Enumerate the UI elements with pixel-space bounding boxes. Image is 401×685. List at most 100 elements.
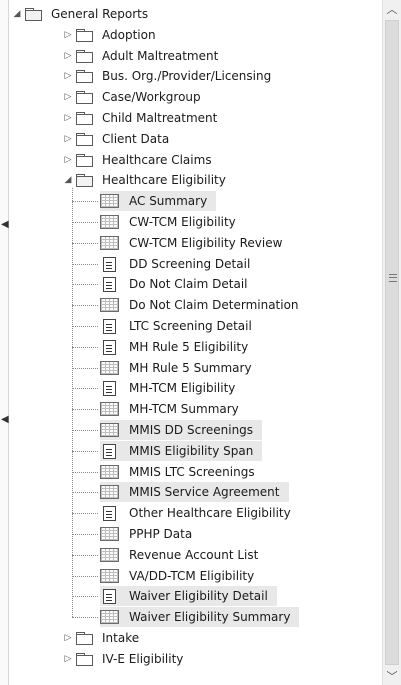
report-item-wrap[interactable]: MH-TCM Eligibility	[100, 378, 244, 398]
report-item-wrap[interactable]: MMIS DD Screenings	[100, 420, 263, 440]
tree-report-item[interactable]: CW-TCM Eligibility Review	[100, 233, 291, 253]
tree-report-item[interactable]: Revenue Account List	[100, 545, 267, 565]
report-item-wrap[interactable]: Do Not Claim Detail	[100, 274, 257, 294]
tree-folder-item[interactable]: ▷ Intake	[63, 628, 142, 648]
tree-report-item[interactable]: Do Not Claim Detail	[100, 274, 257, 294]
vertical-scrollbar[interactable]: ︿ ﹀	[382, 0, 401, 685]
report-item-wrap[interactable]: MMIS LTC Screenings	[100, 462, 264, 482]
tree-report-item[interactable]: MMIS Service Agreement	[100, 482, 289, 502]
report-item-wrap[interactable]: Other Healthcare Eligibility	[100, 503, 300, 523]
tree-connector-line	[72, 534, 98, 535]
report-item-wrap[interactable]: Do Not Claim Determination	[100, 295, 308, 315]
expand-arrow-icon[interactable]: ◢	[63, 170, 73, 190]
tree-folder-item[interactable]: ▷ IV-E Eligibility	[63, 649, 186, 669]
tree-report-item[interactable]: Waiver Eligibility Summary	[100, 607, 300, 627]
tree-report-item[interactable]: MMIS Eligibility Span	[100, 441, 263, 461]
tree-folder-item[interactable]: ▷ Bus. Org./Provider/Licensing	[63, 66, 274, 86]
tree-item-label: Do Not Claim Determination	[129, 298, 299, 312]
document-icon	[103, 443, 116, 459]
tree-report-item[interactable]: MH-TCM Summary	[100, 399, 248, 419]
tree-connector-line	[72, 222, 98, 223]
report-item-wrap[interactable]: VA/DD-TCM Eligibility	[100, 566, 263, 586]
folder-body	[76, 176, 93, 187]
tree-folder-item[interactable]: ▷ Child Maltreatment	[63, 108, 220, 128]
collapse-arrow-icon[interactable]: ▷	[63, 25, 73, 45]
report-grid-icon	[100, 465, 119, 479]
folder-icon	[76, 133, 93, 146]
collapse-arrow-icon[interactable]: ▷	[63, 87, 73, 107]
report-item-wrap[interactable]: PPHP Data	[100, 524, 201, 544]
tree-item-label: MMIS DD Screenings	[129, 423, 254, 437]
report-item-wrap[interactable]: MH Rule 5 Eligibility	[100, 337, 257, 357]
collapse-arrow-icon[interactable]: ▷	[63, 108, 73, 128]
folder-body	[76, 156, 93, 167]
tree-folder-item[interactable]: ▷ Adoption	[63, 25, 159, 45]
tree-item-label: CW-TCM Eligibility Review	[129, 236, 283, 250]
expand-arrow-icon[interactable]: ◢	[12, 4, 22, 24]
collapse-left-arrow-icon[interactable]: ◀	[1, 220, 9, 230]
collapse-arrow-icon[interactable]: ▷	[63, 150, 73, 170]
report-item-wrap[interactable]: Waiver Eligibility Summary	[100, 607, 300, 627]
tree-item-label: Other Healthcare Eligibility	[129, 506, 291, 520]
tree-connector-line	[72, 326, 98, 327]
report-item-wrap[interactable]: AC Summary	[100, 191, 217, 211]
tree-item-general-reports[interactable]: ◢ General Reports	[12, 4, 151, 24]
scroll-up-icon[interactable]: ︿	[383, 0, 401, 18]
report-item-wrap[interactable]: CW-TCM Eligibility	[100, 212, 245, 232]
report-item-wrap[interactable]: CW-TCM Eligibility Review	[100, 233, 291, 253]
folder-body	[76, 52, 93, 63]
tree-item-label: Child Maltreatment	[102, 111, 218, 125]
tree-connector-line	[72, 513, 98, 514]
collapse-arrow-icon[interactable]: ▷	[63, 129, 73, 149]
tree-report-item[interactable]: MH-TCM Eligibility	[100, 378, 244, 398]
scroll-thumb[interactable]	[385, 20, 399, 665]
tree-item-label: Healthcare Claims	[102, 153, 212, 167]
tree-report-item[interactable]: AC Summary	[100, 191, 217, 211]
collapse-left-arrow-icon[interactable]: ◀	[1, 415, 9, 425]
tree-report-item[interactable]: Other Healthcare Eligibility	[100, 503, 300, 523]
tree-report-item[interactable]: Do Not Claim Determination	[100, 295, 308, 315]
tree-item-label: Adoption	[102, 28, 156, 42]
report-item-wrap[interactable]: LTC Screening Detail	[100, 316, 261, 336]
tree-report-item[interactable]: VA/DD-TCM Eligibility	[100, 566, 263, 586]
report-item-wrap[interactable]: Waiver Eligibility Detail	[100, 586, 277, 606]
tree-report-item[interactable]: MMIS DD Screenings	[100, 420, 263, 440]
folder-icon	[76, 91, 93, 104]
report-item-wrap[interactable]: MMIS Service Agreement	[100, 482, 289, 502]
tree-item-healthcare-eligibility[interactable]: ◢ Healthcare Eligibility	[63, 170, 229, 190]
report-item-wrap[interactable]: MMIS Eligibility Span	[100, 441, 263, 461]
tree-report-item[interactable]: CW-TCM Eligibility	[100, 212, 245, 232]
tree-item-label: CW-TCM Eligibility	[129, 215, 236, 229]
tree-connector-line	[72, 347, 98, 348]
tree-report-item[interactable]: LTC Screening Detail	[100, 316, 261, 336]
tree-report-item[interactable]: MH Rule 5 Summary	[100, 358, 261, 378]
tree-folder-item[interactable]: ▷ Client Data	[63, 129, 172, 149]
report-item-wrap[interactable]: DD Screening Detail	[100, 254, 259, 274]
collapse-arrow-icon[interactable]: ▷	[63, 649, 73, 669]
document-icon	[103, 276, 116, 292]
tree-report-item[interactable]: MH Rule 5 Eligibility	[100, 337, 257, 357]
tree-item-label: Intake	[102, 631, 140, 645]
scroll-down-icon[interactable]: ﹀	[383, 667, 401, 685]
tree-item-label: Client Data	[102, 132, 170, 146]
tree-folder-item[interactable]: ▷ Case/Workgroup	[63, 87, 204, 107]
report-item-wrap[interactable]: Revenue Account List	[100, 545, 267, 565]
tree-report-item[interactable]: PPHP Data	[100, 524, 201, 544]
tree-report-item[interactable]: DD Screening Detail	[100, 254, 259, 274]
collapse-arrow-icon[interactable]: ▷	[63, 628, 73, 648]
document-icon	[103, 380, 116, 396]
grip-icon	[389, 274, 397, 282]
tree-folder-item[interactable]: ▷ Adult Maltreatment	[63, 46, 221, 66]
tree-report-item[interactable]: MMIS LTC Screenings	[100, 462, 264, 482]
report-grid-icon	[100, 423, 119, 437]
document-icon	[103, 588, 116, 604]
collapse-arrow-icon[interactable]: ▷	[63, 66, 73, 86]
report-item-wrap[interactable]: MH-TCM Summary	[100, 399, 248, 419]
tree-item-label: MMIS LTC Screenings	[129, 465, 255, 479]
splitter-bar[interactable]: ◀ ◀	[0, 0, 9, 685]
tree-item-label: Waiver Eligibility Summary	[129, 610, 291, 624]
tree-report-item[interactable]: Waiver Eligibility Detail	[100, 586, 277, 606]
tree-folder-item[interactable]: ▷ Healthcare Claims	[63, 150, 215, 170]
report-item-wrap[interactable]: MH Rule 5 Summary	[100, 358, 261, 378]
collapse-arrow-icon[interactable]: ▷	[63, 46, 73, 66]
